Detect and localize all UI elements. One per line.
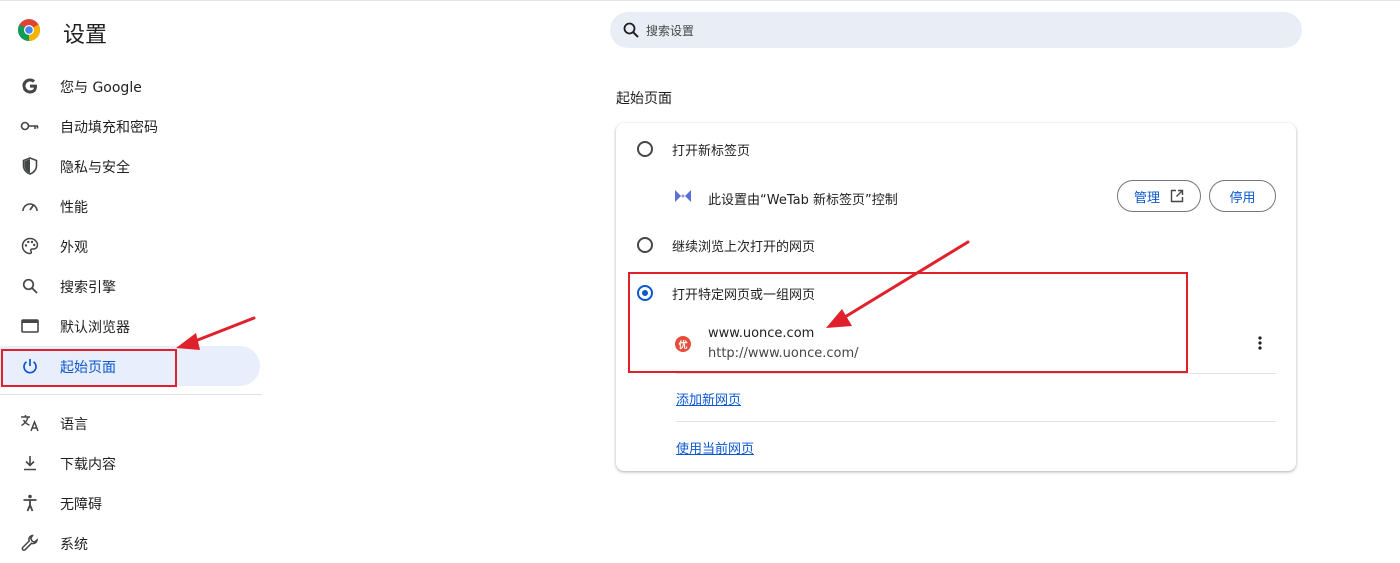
option-label: 打开特定网页或一组网页: [672, 288, 816, 303]
startup-page-entry: 优 www.uonce.com http://www.uonce.com/: [616, 321, 1296, 375]
key-icon: [20, 116, 40, 136]
section-title: 起始页面: [616, 91, 672, 107]
wrench-icon: [20, 533, 40, 553]
sidebar-item-search-engine[interactable]: 搜索引擎: [0, 266, 260, 306]
power-icon: [20, 356, 40, 376]
sidebar-item-downloads[interactable]: 下载内容: [0, 443, 260, 483]
sidebar-item-label: 无障碍: [60, 497, 102, 513]
sidebar-item-on-startup[interactable]: 起始页面: [0, 346, 260, 386]
sidebar-item-label: 自动填充和密码: [60, 120, 158, 136]
sidebar-item-label: 隐私与安全: [60, 160, 130, 176]
radio-button[interactable]: [637, 237, 653, 253]
extension-notice-row: 此设置由“WeTab 新标签页”控制 管理 停用: [616, 177, 1296, 217]
site-favicon-icon: 优: [675, 336, 691, 352]
sidebar-item-autofill[interactable]: 自动填充和密码: [0, 106, 260, 146]
option-specific-pages[interactable]: 打开特定网页或一组网页: [616, 269, 1296, 315]
sidebar-item-label: 外观: [60, 240, 88, 256]
disable-button[interactable]: 停用: [1209, 180, 1276, 212]
sidebar-item-accessibility[interactable]: 无障碍: [0, 483, 260, 523]
sidebar-item-system[interactable]: 系统: [0, 523, 260, 563]
translate-icon: [20, 413, 40, 433]
sidebar-item-you-and-google[interactable]: 您与 Google: [0, 66, 260, 106]
sidebar-item-default-browser[interactable]: 默认浏览器: [0, 306, 260, 346]
extension-notice-text: 此设置由“WeTab 新标签页”控制: [708, 193, 898, 208]
google-g-icon: [20, 76, 40, 96]
manage-label: 管理: [1133, 190, 1160, 206]
search-input[interactable]: [644, 12, 1288, 50]
speedometer-icon: [20, 196, 40, 216]
sidebar-item-label: 语言: [60, 417, 88, 433]
sidebar: 您与 Google 自动填充和密码 隐私与安全 性能 外观 搜索引擎 默认浏览器…: [0, 66, 262, 553]
sidebar-item-appearance[interactable]: 外观: [0, 226, 260, 266]
download-icon: [20, 453, 40, 473]
disable-label: 停用: [1229, 190, 1256, 206]
wetab-extension-icon: [675, 190, 691, 202]
option-continue[interactable]: 继续浏览上次打开的网页: [616, 221, 1296, 267]
sidebar-item-label: 下载内容: [60, 457, 116, 473]
top-border: [0, 0, 1400, 1]
row-divider: [676, 421, 1276, 422]
sidebar-item-privacy[interactable]: 隐私与安全: [0, 146, 260, 186]
sidebar-item-label: 搜索引擎: [60, 280, 116, 296]
startup-card: 打开新标签页 此设置由“WeTab 新标签页”控制 管理 停用 继续浏览上次打开…: [616, 123, 1296, 471]
radio-button[interactable]: [637, 141, 653, 157]
sidebar-item-languages[interactable]: 语言: [0, 403, 260, 443]
sidebar-divider: [0, 394, 262, 395]
page-title: 设置: [63, 23, 108, 48]
accessibility-icon: [20, 493, 40, 513]
shield-icon: [20, 156, 40, 176]
browser-window-icon: [20, 316, 40, 336]
open-in-new-icon: [1170, 189, 1184, 203]
palette-icon: [20, 236, 40, 256]
sidebar-item-label: 默认浏览器: [60, 320, 130, 336]
site-url: http://www.uonce.com/: [708, 346, 859, 361]
more-vert-icon[interactable]: [1252, 335, 1268, 351]
option-label: 打开新标签页: [672, 144, 751, 159]
site-name: www.uonce.com: [708, 326, 815, 341]
chrome-logo-icon: [18, 19, 40, 41]
search-bar: [610, 12, 1302, 50]
sidebar-item-label: 系统: [60, 537, 88, 553]
sidebar-item-performance[interactable]: 性能: [0, 186, 260, 226]
search-icon: [623, 22, 639, 38]
add-page-link[interactable]: 添加新网页: [676, 389, 741, 408]
option-new-tab[interactable]: 打开新标签页: [616, 125, 1296, 171]
use-current-pages-link[interactable]: 使用当前网页: [676, 438, 754, 457]
search-icon: [20, 276, 40, 296]
sidebar-item-label: 性能: [60, 200, 88, 216]
sidebar-item-label: 您与 Google: [60, 80, 142, 96]
sidebar-item-label: 起始页面: [60, 360, 116, 376]
manage-button[interactable]: 管理: [1117, 180, 1201, 212]
row-divider: [676, 373, 1276, 374]
radio-button-selected[interactable]: [637, 285, 653, 301]
option-label: 继续浏览上次打开的网页: [672, 240, 816, 255]
